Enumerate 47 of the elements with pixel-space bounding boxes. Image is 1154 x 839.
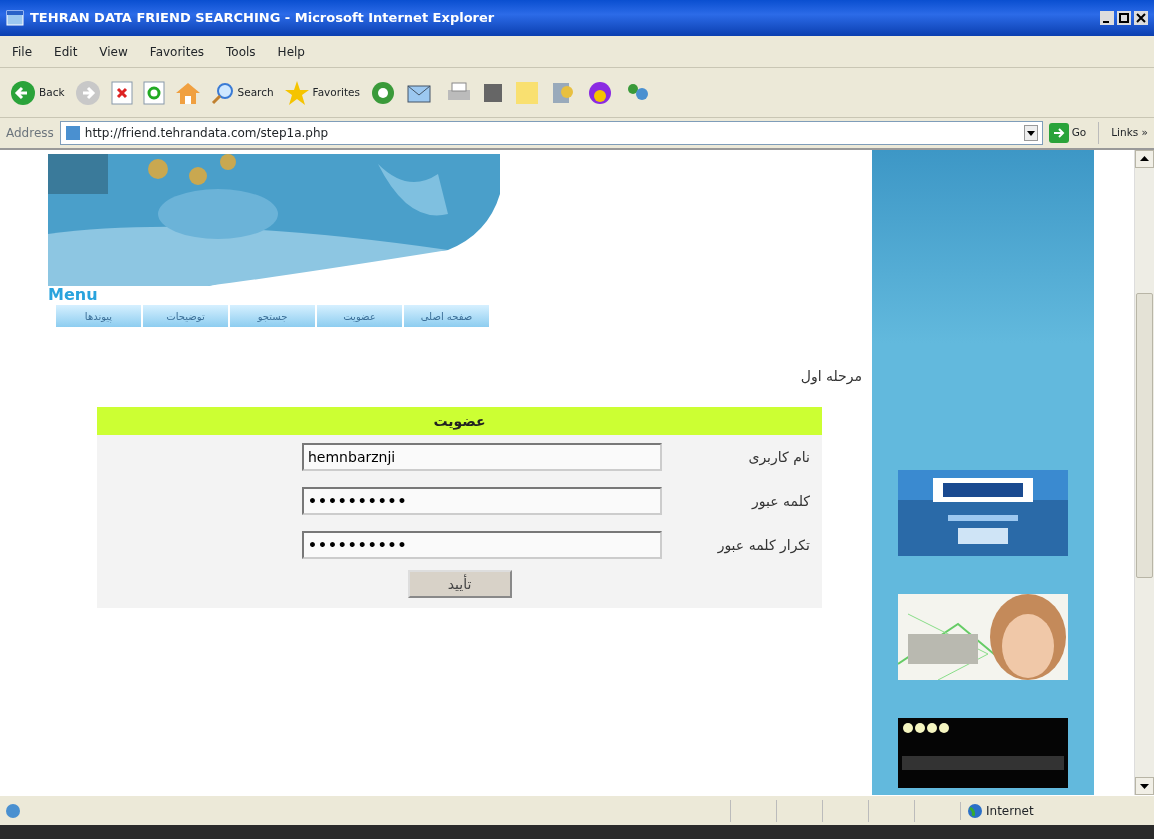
search-button[interactable]: Search (210, 80, 274, 105)
menu-button[interactable]: جستجو (229, 304, 316, 328)
scrollbar[interactable] (1134, 150, 1154, 795)
back-icon (10, 79, 36, 106)
browser-icon (6, 10, 24, 26)
back-button[interactable]: Back (10, 79, 65, 106)
globe-icon (967, 802, 983, 819)
menu-item[interactable]: View (99, 42, 128, 61)
menu-item[interactable]: Help (277, 42, 305, 61)
address-field[interactable]: http://friend.tehrandata.com/step1a.php (59, 121, 1043, 145)
minimize-icon[interactable] (1100, 11, 1114, 25)
star-icon (283, 79, 310, 106)
field-label: تکرار کلمه عبور (716, 535, 811, 556)
menu-button[interactable]: پیوندها (55, 304, 142, 328)
submit-button[interactable]: تأیید (407, 570, 512, 598)
search-icon (210, 80, 235, 105)
maximize-icon[interactable] (1117, 11, 1131, 25)
menu-item[interactable]: Tools (226, 42, 256, 61)
field-label: کلمه عبور (750, 491, 811, 512)
menu-title: Menu (48, 286, 99, 304)
refresh-icon[interactable] (142, 80, 165, 105)
dropdown-icon[interactable] (1023, 125, 1038, 141)
password-field[interactable]: •••••••••• (302, 487, 662, 515)
close-icon[interactable] (1134, 11, 1148, 25)
username-field[interactable]: hemnbarznji (302, 443, 662, 471)
media-icon[interactable] (370, 79, 396, 106)
form-title: عضویت (97, 407, 822, 435)
zone-label: Internet (986, 802, 1034, 820)
scroll-up-icon[interactable] (1135, 150, 1154, 168)
favorites-button[interactable]: Favorites (283, 79, 360, 106)
scroll-down-icon[interactable] (1135, 777, 1154, 795)
home-icon[interactable] (174, 80, 201, 105)
menu-item[interactable]: File (12, 42, 33, 61)
menu-button[interactable]: صفحه اصلی (403, 304, 490, 328)
go-icon (1048, 123, 1069, 143)
menu-item[interactable]: Favorites (149, 42, 205, 61)
step-label: مرحله اول (799, 367, 863, 387)
address-label: Address (6, 125, 54, 142)
password-field[interactable]: •••••••••• (302, 531, 662, 559)
menu-button[interactable]: عضویت (316, 304, 403, 328)
field-label: نام کاربری (747, 447, 811, 468)
go-button[interactable]: Go (1048, 123, 1087, 143)
window-title: TEHRAN DATA FRIEND SEARCHING - Microsoft Internet Explorer (30, 9, 496, 28)
menu-item[interactable]: Edit (54, 42, 78, 61)
stop-icon[interactable] (110, 80, 133, 105)
menu-button[interactable]: توضیحات (142, 304, 229, 328)
links-button[interactable]: Links » (1111, 125, 1148, 141)
